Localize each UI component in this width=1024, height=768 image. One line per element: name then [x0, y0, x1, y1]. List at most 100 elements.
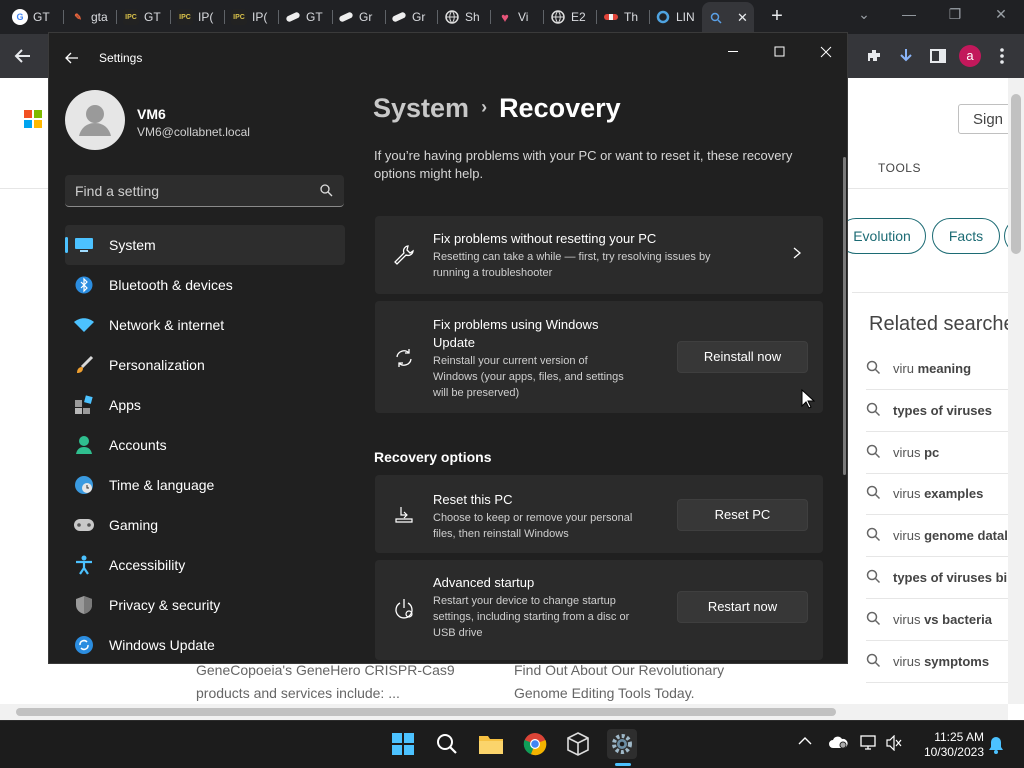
browser-tab[interactable]: IPC IP( — [177, 4, 221, 30]
browser-close-button[interactable]: ✕ — [986, 6, 1016, 23]
onedrive-cloud-icon[interactable] — [828, 735, 848, 752]
browser-tab[interactable]: G GT — [12, 4, 58, 30]
search-icon — [866, 485, 881, 500]
advanced-startup-card: Advanced startup Restart your device to … — [375, 560, 823, 660]
nav-item-time-language[interactable]: Time & language — [65, 465, 345, 505]
chevron-up-icon[interactable] — [798, 735, 812, 749]
tools-menu[interactable]: TOOLS — [878, 161, 921, 175]
settings-icon[interactable] — [607, 729, 637, 759]
scroll-thumb[interactable] — [1011, 94, 1021, 254]
related-search-item[interactable]: types of viruses bi — [866, 557, 1016, 599]
search-icon[interactable] — [432, 729, 462, 759]
gamepad-icon — [73, 515, 95, 535]
related-search-item[interactable]: viru meaning — [866, 348, 1016, 390]
divider — [852, 292, 1008, 293]
browser-tab[interactable]: ♥ Vi — [497, 4, 539, 30]
browser-tab-active[interactable]: ✕ — [702, 2, 754, 34]
more-menu-icon[interactable] — [990, 44, 1014, 68]
feather-icon: ✎ — [74, 11, 82, 22]
browser-tab[interactable]: IPC GT — [123, 4, 167, 30]
nav-item-bluetooth[interactable]: Bluetooth & devices — [65, 265, 345, 305]
ad-text[interactable]: GeneCopoeia's GeneHero CRISPR-Cas9 — [196, 662, 455, 678]
profile-avatar[interactable]: a — [958, 44, 982, 68]
search-icon — [320, 184, 333, 197]
network-icon[interactable] — [860, 735, 878, 754]
browser-tab[interactable]: IPC IP( — [231, 4, 275, 30]
fix-using-update-card: Fix problems using Windows Update Reinst… — [375, 301, 823, 413]
breadcrumb-system[interactable]: System — [373, 93, 469, 123]
related-search-item[interactable]: virus symptoms — [866, 641, 1016, 683]
page-vertical-scrollbar[interactable] — [1008, 78, 1024, 704]
notification-bell-icon[interactable] — [988, 736, 1004, 757]
shield-icon — [73, 595, 95, 615]
related-search-item[interactable]: virus vs bacteria — [866, 599, 1016, 641]
clock-date: 10/30/2023 — [923, 745, 984, 759]
settings-window: Settings VM6 VM6@collabnet.local System … — [48, 32, 848, 664]
browser-tab[interactable]: GT — [285, 4, 329, 30]
nav-item-accessibility[interactable]: Accessibility — [65, 545, 345, 585]
nav-item-network[interactable]: Network & internet — [65, 305, 345, 345]
nav-item-apps[interactable]: Apps — [65, 385, 345, 425]
reset-pc-button[interactable]: Reset PC — [677, 499, 808, 531]
reinstall-now-button[interactable]: Reinstall now — [677, 341, 808, 373]
related-search-item[interactable]: virus examples — [866, 473, 1016, 515]
content-scrollbar[interactable] — [843, 157, 846, 475]
bluetooth-icon — [73, 275, 95, 295]
chip-facts[interactable]: Facts — [932, 218, 1000, 254]
nav-item-windows-update[interactable]: Windows Update — [65, 625, 345, 663]
nav-item-privacy-security[interactable]: Privacy & security — [65, 585, 345, 625]
search-icon — [866, 444, 881, 459]
virtualbox-icon[interactable] — [563, 729, 593, 759]
related-search-item[interactable]: types of viruses — [866, 390, 1016, 432]
ad-text[interactable]: Find Out About Our Revolutionary — [514, 662, 724, 678]
related-search-item[interactable]: virus genome datal — [866, 515, 1016, 557]
system-clock[interactable]: 11:25 AM 10/30/2023 — [916, 730, 984, 760]
fix-without-reset-card[interactable]: Fix problems without resetting your PC R… — [375, 216, 823, 294]
browser-tab[interactable]: ✎ gta — [70, 4, 112, 30]
browser-minimize-button[interactable]: — — [894, 6, 924, 22]
browser-tab[interactable]: E2 — [550, 4, 592, 30]
browser-tab[interactable]: Gr — [338, 4, 380, 30]
related-search-item[interactable]: virus pc — [866, 432, 1016, 474]
advanced-startup-icon — [395, 599, 413, 619]
browser-restore-button[interactable]: ❐ — [940, 6, 970, 23]
nav-item-accounts[interactable]: Accounts — [65, 425, 345, 465]
search-icon — [866, 611, 881, 626]
extensions-icon[interactable] — [862, 44, 886, 68]
nav-item-gaming[interactable]: Gaming — [65, 505, 345, 545]
ad-text: Genome Editing Tools Today. — [514, 685, 695, 701]
search-input[interactable] — [75, 175, 310, 206]
avatar[interactable] — [65, 90, 125, 150]
find-setting-search[interactable] — [65, 175, 344, 207]
chip-evolution[interactable]: Evolution — [838, 218, 926, 254]
browser-tab[interactable]: Th — [603, 4, 645, 30]
search-icon — [866, 360, 881, 375]
browser-tab[interactable]: Sh — [444, 4, 486, 30]
new-tab-button[interactable]: + — [766, 6, 788, 28]
ipc-games-icon: IPC — [177, 9, 193, 25]
restart-now-button[interactable]: Restart now — [677, 591, 808, 623]
volume-muted-icon[interactable] — [886, 734, 902, 754]
download-icon[interactable] — [894, 44, 918, 68]
globe-icon — [444, 9, 460, 25]
scroll-thumb[interactable] — [16, 708, 836, 716]
reset-pc-card: Reset this PC Choose to keep or remove y… — [375, 475, 823, 553]
browser-tab[interactable]: Gr — [391, 4, 433, 30]
back-arrow-icon[interactable] — [10, 44, 34, 68]
tab-search-chevron-icon[interactable]: ⌄ — [849, 6, 879, 23]
page-horizontal-scrollbar[interactable] — [0, 704, 1008, 720]
user-name: VM6 — [137, 106, 166, 122]
google-icon: G — [12, 9, 28, 25]
window-title: Settings — [99, 51, 143, 65]
chevron-right-icon — [793, 247, 802, 259]
nav-item-system[interactable]: System — [65, 225, 345, 265]
nav-item-personalization[interactable]: Personalization — [65, 345, 345, 385]
file-explorer-icon[interactable] — [476, 729, 506, 759]
browser-tab[interactable]: LIN — [655, 4, 697, 30]
chrome-icon[interactable] — [520, 729, 550, 759]
side-panel-icon[interactable] — [926, 44, 950, 68]
start-icon[interactable] — [388, 729, 418, 759]
ipc-games-icon: IPC — [231, 9, 247, 25]
back-arrow-icon[interactable] — [63, 49, 81, 67]
close-tab-icon[interactable]: ✕ — [737, 10, 748, 26]
